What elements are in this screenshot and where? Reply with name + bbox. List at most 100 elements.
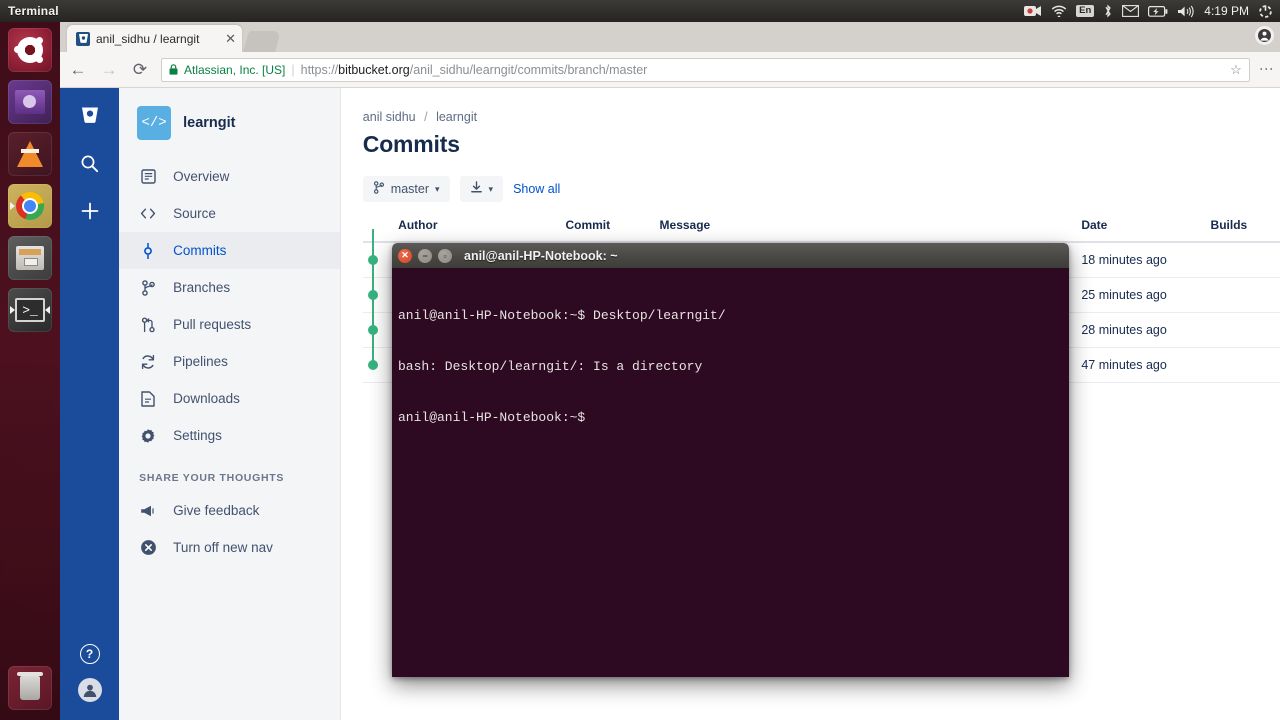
terminal-title-bar[interactable]: ✕ − ▫ anil@anil-HP-Notebook: ~: [392, 243, 1069, 268]
cell-date: 18 minutes ago: [1081, 242, 1211, 278]
terminal-output[interactable]: anil@anil-HP-Notebook:~$ Desktop/learngi…: [392, 268, 1069, 677]
sidebar-item-commits[interactable]: Commits: [119, 232, 340, 269]
bitbucket-logo-icon[interactable]: [77, 102, 103, 128]
browser-tab[interactable]: anil_sidhu / learngit ✕: [67, 25, 242, 52]
pull-request-icon: [139, 317, 157, 333]
window-close-icon[interactable]: ✕: [398, 248, 412, 263]
star-icon[interactable]: ☆: [1230, 62, 1242, 78]
sidebar-item-label: Pull requests: [173, 317, 252, 332]
terminal-icon: >_: [15, 298, 45, 322]
sidebar-item-pull-requests[interactable]: Pull requests: [119, 306, 340, 343]
keyboard-layout-label: En: [1076, 4, 1095, 18]
launcher-item-terminal[interactable]: >_: [8, 288, 52, 332]
sidebar-item-pipelines[interactable]: Pipelines: [119, 343, 340, 380]
battery-charging-icon[interactable]: [1148, 0, 1168, 22]
power-gear-icon[interactable]: [1258, 0, 1273, 22]
window-maximize-icon[interactable]: ▫: [438, 248, 452, 263]
sidebar-item-label: Commits: [173, 243, 227, 258]
show-all-link[interactable]: Show all: [513, 182, 560, 196]
table-header-author[interactable]: Author: [398, 218, 566, 243]
repo-avatar: </>: [137, 106, 172, 140]
breadcrumb-owner[interactable]: anil sidhu: [363, 110, 416, 124]
repo-header[interactable]: </> learngit: [119, 102, 340, 140]
sidebar-item-overview[interactable]: Overview: [119, 158, 340, 195]
launcher-item-ubuntu-dash[interactable]: [8, 28, 52, 72]
ubuntu-top-panel: Terminal En 4:19 PM: [0, 0, 1280, 22]
unity-launcher: >_: [0, 22, 60, 720]
terminal-window[interactable]: ✕ − ▫ anil@anil-HP-Notebook: ~ anil@anil…: [392, 243, 1069, 677]
sidebar-item-turn-off-new-nav[interactable]: Turn off new nav: [119, 529, 340, 566]
clock[interactable]: 4:19 PM: [1204, 0, 1249, 22]
branch-selector-button[interactable]: master ▾: [362, 176, 450, 202]
terminal-line: anil@anil-HP-Notebook:~$: [398, 410, 586, 425]
terminal-title: anil@anil-HP-Notebook: ~: [464, 248, 618, 263]
branch-icon: [373, 181, 385, 197]
site-identity-label: Atlassian, Inc. [US]: [184, 62, 286, 77]
keyboard-layout-indicator[interactable]: En: [1076, 0, 1095, 22]
window-minimize-icon[interactable]: −: [418, 248, 432, 263]
table-header-builds[interactable]: Builds: [1210, 218, 1280, 243]
reload-icon[interactable]: ⟳: [130, 61, 150, 78]
breadcrumb: anil sidhu / learngit: [363, 110, 1280, 124]
ubuntu-logo-icon: [14, 37, 43, 63]
new-tab-icon[interactable]: [242, 31, 282, 52]
wifi-icon[interactable]: [1051, 0, 1067, 22]
close-icon[interactable]: ✕: [225, 32, 236, 45]
sidebar-item-label: Downloads: [173, 391, 240, 406]
table-header-message[interactable]: Message: [659, 218, 1082, 243]
overview-icon: [139, 169, 157, 184]
launcher-item-files[interactable]: [8, 236, 52, 280]
commit-graph-dot: [367, 360, 378, 370]
help-icon[interactable]: ?: [79, 644, 100, 664]
trash-icon: [17, 672, 43, 700]
back-arrow-icon[interactable]: ←: [68, 61, 88, 78]
chrome-tab-strip: anil_sidhu / learngit ✕: [60, 22, 1280, 52]
search-icon[interactable]: [77, 150, 103, 176]
sidebar-item-give-feedback[interactable]: Give feedback: [119, 492, 340, 529]
commits-toolbar: master ▾ ▾ Show all: [362, 176, 1280, 202]
forward-arrow-icon[interactable]: →: [99, 61, 119, 78]
terminal-line: anil@anil-HP-Notebook:~$ Desktop/learngi…: [398, 308, 726, 323]
address-bar[interactable]: Atlassian, Inc. [US] | https://bitbucket…: [161, 57, 1250, 82]
code-brackets-icon: [139, 207, 157, 220]
download-file-icon: [139, 390, 157, 407]
user-avatar-icon[interactable]: [77, 678, 102, 702]
table-header-graph: [362, 218, 399, 243]
volume-icon[interactable]: [1177, 0, 1195, 22]
sidebar-item-source[interactable]: Source: [119, 195, 340, 232]
chrome-window-controls: [1255, 26, 1274, 45]
vlc-cone-icon: [17, 141, 43, 167]
sidebar-item-label: Settings: [173, 428, 222, 443]
download-button[interactable]: ▾: [459, 176, 504, 202]
launcher-item-vlc[interactable]: [8, 132, 52, 176]
terminal-line: bash: Desktop/learngit/: Is a directory: [398, 359, 703, 374]
commits-table-head: Author Commit Message Date Builds: [362, 218, 1280, 243]
rail-bottom-group: ?: [77, 644, 102, 720]
envelope-icon[interactable]: [1122, 0, 1140, 22]
chevron-down-icon: ▾: [435, 183, 440, 194]
bitbucket-icon: [76, 31, 90, 46]
launcher-item-chrome[interactable]: [8, 184, 52, 228]
sidebar-item-branches[interactable]: Branches: [119, 269, 340, 306]
table-header-commit[interactable]: Commit: [565, 218, 660, 243]
sidebar-item-label: Branches: [173, 280, 231, 295]
sidebar-item-settings[interactable]: Settings: [119, 417, 340, 454]
breadcrumb-separator: /: [424, 110, 428, 124]
chrome-menu-icon[interactable]: ⋮: [1259, 62, 1275, 77]
gear-icon: [139, 428, 157, 444]
breadcrumb-repo[interactable]: learngit: [436, 110, 477, 124]
record-camera-icon[interactable]: [1024, 0, 1042, 22]
plus-icon[interactable]: [77, 198, 103, 224]
launcher-item-amazon[interactable]: [8, 80, 52, 124]
focused-app-name[interactable]: Terminal: [0, 4, 59, 18]
profile-avatar-icon[interactable]: [1255, 26, 1274, 45]
cell-builds: [1210, 242, 1280, 278]
table-header-date[interactable]: Date: [1081, 218, 1211, 243]
close-circle-icon: [139, 539, 157, 556]
launcher-item-trash[interactable]: [8, 666, 52, 710]
url-scheme: https://: [300, 62, 339, 77]
bitbucket-rail-nav: ?: [60, 88, 120, 720]
repo-name: learngit: [183, 115, 236, 131]
bluetooth-icon[interactable]: [1103, 0, 1113, 22]
sidebar-item-downloads[interactable]: Downloads: [119, 380, 340, 417]
